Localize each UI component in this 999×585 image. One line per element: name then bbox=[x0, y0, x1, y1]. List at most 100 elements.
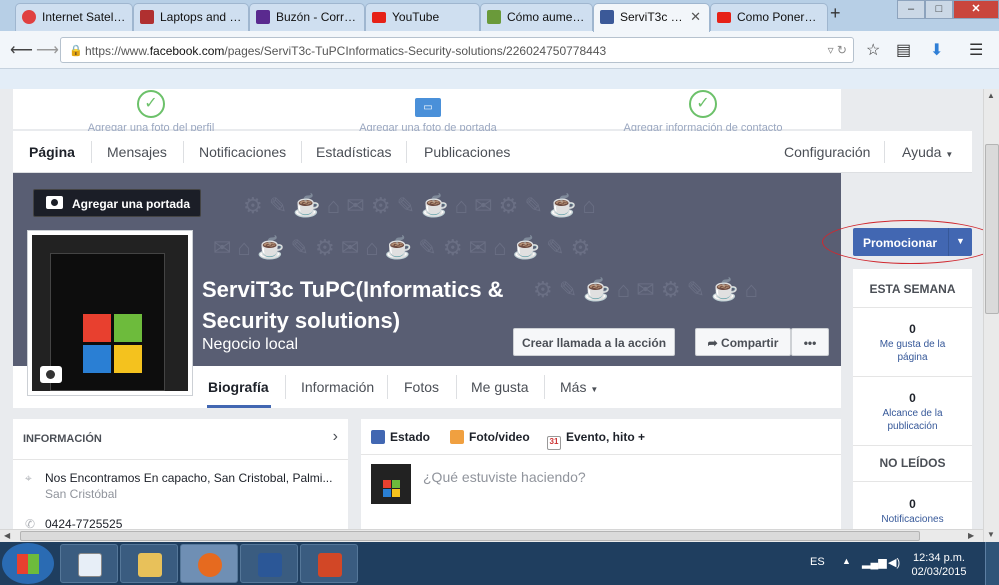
notif-label[interactable]: Notificaciones bbox=[853, 513, 972, 526]
divider bbox=[285, 375, 286, 399]
nav-publicaciones[interactable]: Publicaciones bbox=[424, 144, 510, 160]
document-icon bbox=[78, 553, 102, 577]
folder-icon bbox=[138, 553, 162, 577]
tray-expand-icon[interactable]: ▲ bbox=[842, 556, 851, 566]
avatar-logo-part bbox=[383, 489, 391, 497]
chevron-right-icon[interactable]: › bbox=[333, 428, 338, 446]
tab-fotos[interactable]: Fotos bbox=[404, 379, 439, 395]
tab-servit3c[interactable]: ServiT3c … ✕ bbox=[593, 3, 710, 32]
close-tab-icon[interactable]: ✕ bbox=[690, 9, 701, 25]
scroll-down-icon[interactable]: ▼ bbox=[987, 530, 995, 539]
nav-pagina[interactable]: Página bbox=[29, 144, 75, 160]
check-icon: ✓ bbox=[689, 90, 717, 118]
youtube-icon bbox=[372, 12, 386, 23]
network-icon[interactable]: ▂▄▆ bbox=[862, 556, 887, 569]
tab-biografia[interactable]: Biografía bbox=[208, 379, 269, 395]
start-button[interactable] bbox=[2, 543, 54, 584]
avatar-logo-part bbox=[392, 480, 400, 488]
star-icon[interactable]: ☆ bbox=[866, 40, 880, 60]
scroll-right-icon[interactable]: ▶ bbox=[968, 531, 974, 540]
window-controls: – □ ✕ bbox=[897, 0, 999, 20]
vertical-scrollbar[interactable]: ▲ ▼ bbox=[983, 89, 999, 542]
tab-label: Buzón - Corr… bbox=[276, 10, 357, 24]
setup-steps: ✓ Agregar una foto del perfil ▭ Agregar … bbox=[13, 89, 841, 134]
tab-youtube[interactable]: YouTube bbox=[365, 3, 480, 31]
new-tab-button[interactable]: + bbox=[830, 3, 841, 24]
cta-button[interactable]: Crear llamada a la acción bbox=[513, 328, 675, 356]
firefox-icon bbox=[198, 553, 222, 577]
scroll-left-icon[interactable]: ◀ bbox=[4, 531, 10, 540]
share-button[interactable]: ➦ Compartir bbox=[695, 328, 791, 356]
unread-header: NO LEÍDOS bbox=[879, 456, 946, 470]
camera-icon[interactable] bbox=[40, 366, 62, 383]
menu-icon[interactable]: ☰ bbox=[969, 40, 983, 60]
divider bbox=[544, 375, 545, 399]
horizontal-scrollbar[interactable]: ◀ ▶ bbox=[0, 529, 983, 542]
volume-icon[interactable]: ◀) bbox=[888, 556, 900, 569]
back-icon[interactable]: ⟵ bbox=[10, 40, 33, 60]
foto-label: Foto/video bbox=[469, 430, 530, 444]
page-title[interactable]: ServiT3c TuPC(Informatics & Security sol… bbox=[202, 274, 512, 336]
download-icon[interactable]: ⬇ bbox=[930, 40, 943, 60]
tab-como-poner[interactable]: Como Poner… bbox=[710, 3, 828, 31]
reload-icon[interactable]: ▿ ↻ bbox=[828, 43, 847, 57]
share-label: Compartir bbox=[721, 336, 779, 350]
url-prefix: https://www. bbox=[85, 44, 150, 58]
forward-icon[interactable]: ⟶ bbox=[36, 40, 59, 60]
nav-configuracion[interactable]: Configuración bbox=[784, 144, 870, 160]
tab-label: Cómo aume… bbox=[507, 10, 585, 24]
nav-notificaciones[interactable]: Notificaciones bbox=[199, 144, 286, 160]
post-composer: Estado Foto/video 31 Evento, hito + ¿Qué … bbox=[361, 419, 841, 542]
taskbar-app-notepad[interactable] bbox=[60, 544, 118, 583]
nav-mensajes[interactable]: Mensajes bbox=[107, 144, 167, 160]
likes-label[interactable]: Me gusta de la página bbox=[853, 338, 972, 364]
divider bbox=[853, 376, 972, 377]
composer-tab-estado[interactable]: Estado bbox=[371, 430, 430, 444]
minimize-button[interactable]: – bbox=[897, 0, 925, 19]
add-cover-button[interactable]: Agregar una portada bbox=[33, 189, 202, 217]
url-bar[interactable]: 🔒 https://www.facebook.com/pages/ServiT3… bbox=[60, 37, 854, 63]
help-label: Ayuda bbox=[902, 144, 942, 160]
add-cover-label: Agregar una portada bbox=[72, 197, 191, 211]
composer-tab-evento[interactable]: 31 Evento, hito + bbox=[547, 430, 645, 450]
composer-tab-foto[interactable]: Foto/video bbox=[450, 430, 530, 444]
status-input[interactable]: ¿Qué estuviste haciendo? bbox=[423, 469, 586, 485]
scroll-up-icon[interactable]: ▲ bbox=[987, 91, 995, 100]
taskbar-app-explorer[interactable] bbox=[120, 544, 178, 583]
word-icon bbox=[258, 553, 282, 577]
tab-favicon-icon bbox=[256, 10, 270, 24]
tab-buzon[interactable]: Buzón - Corr… bbox=[249, 3, 365, 31]
maximize-button[interactable]: □ bbox=[925, 0, 953, 19]
photo-icon bbox=[450, 430, 464, 444]
more-options-button[interactable]: ••• bbox=[791, 328, 829, 356]
divider bbox=[361, 454, 841, 455]
reading-list-icon[interactable]: ▤ bbox=[896, 40, 911, 60]
taskbar-app-word[interactable] bbox=[240, 544, 298, 583]
tab-mas[interactable]: Más ▼ bbox=[560, 379, 598, 395]
tab-internet-satel[interactable]: Internet Satel… bbox=[15, 3, 133, 31]
nav-ayuda[interactable]: Ayuda ▼ bbox=[902, 144, 953, 160]
taskbar-clock[interactable]: 12:34 p.m. 02/03/2015 bbox=[908, 551, 970, 579]
show-desktop-button[interactable] bbox=[985, 542, 999, 585]
profile-picture[interactable] bbox=[27, 230, 193, 396]
tab-favicon-icon bbox=[487, 10, 501, 24]
divider bbox=[183, 141, 184, 163]
pattern-icon: ✉ ⌂ ☕ ✎ ⚙ ✉ ⌂ ☕ ✎ ⚙ ✉ ⌂ ☕ ✎ ⚙ bbox=[213, 235, 591, 260]
profile-image bbox=[32, 235, 188, 391]
tab-me-gusta[interactable]: Me gusta bbox=[471, 379, 529, 395]
taskbar-app-firefox[interactable] bbox=[180, 544, 238, 583]
tab-informacion[interactable]: Información bbox=[301, 379, 374, 395]
notif-count: 0 bbox=[909, 497, 916, 511]
tab-laptops[interactable]: Laptops and … bbox=[133, 3, 249, 31]
close-window-button[interactable]: ✕ bbox=[953, 0, 999, 19]
tab-como-aume[interactable]: Cómo aume… bbox=[480, 3, 593, 31]
nav-estadisticas[interactable]: Estadísticas bbox=[316, 144, 391, 160]
stats-panel: ESTA SEMANA 0 Me gusta de la página 0 Al… bbox=[853, 269, 972, 542]
scroll-thumb[interactable] bbox=[985, 144, 999, 314]
taskbar-app-powerpoint[interactable] bbox=[300, 544, 358, 583]
caret-down-icon: ▼ bbox=[945, 150, 954, 159]
reach-label[interactable]: Alcance de la publicación bbox=[853, 407, 972, 433]
scroll-thumb[interactable] bbox=[20, 531, 920, 541]
language-indicator[interactable]: ES bbox=[810, 556, 825, 568]
city-text: San Cristóbal bbox=[45, 487, 118, 501]
